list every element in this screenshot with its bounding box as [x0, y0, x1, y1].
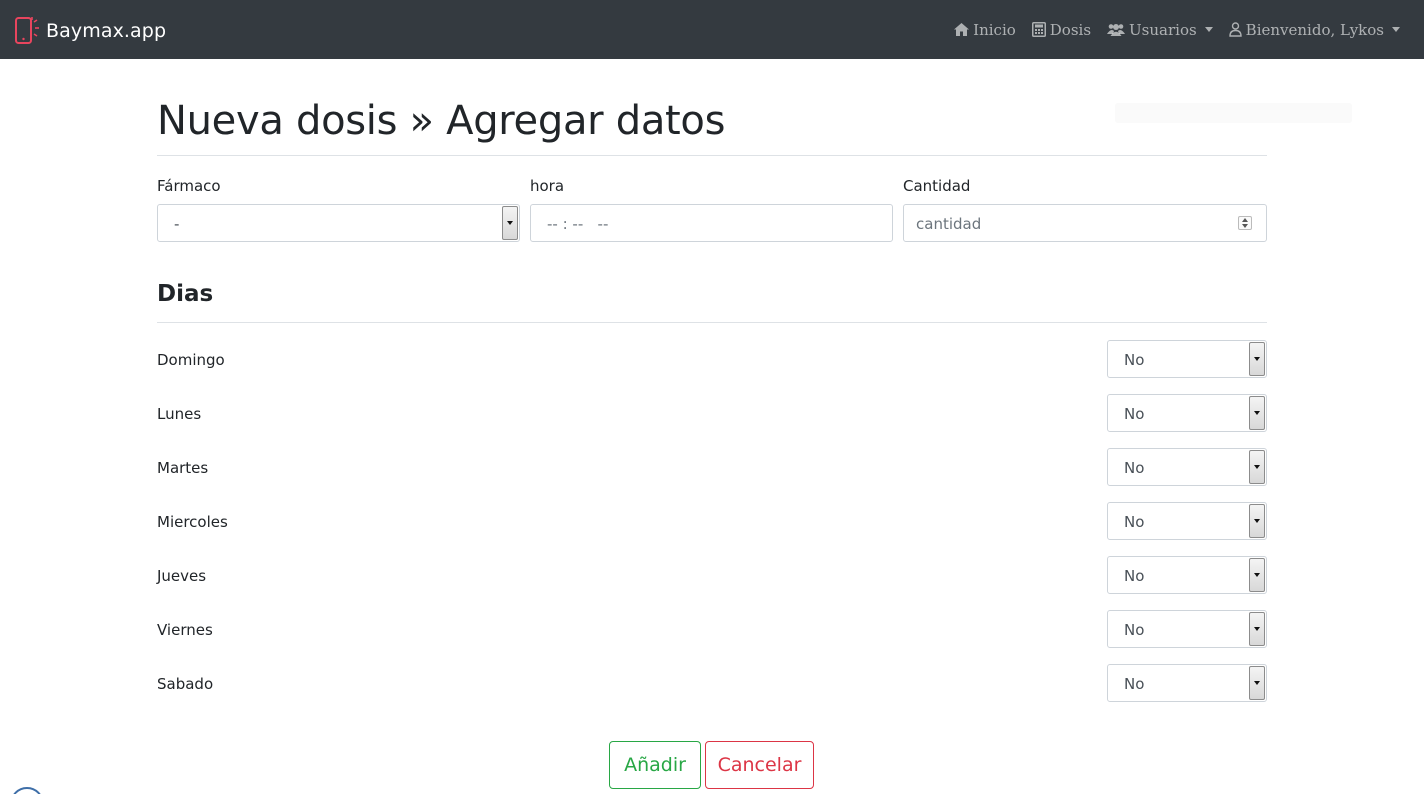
dropdown-arrow-icon — [502, 206, 518, 240]
phone-logo-icon — [15, 17, 39, 44]
farmaco-label: Fármaco — [157, 177, 221, 195]
title-divider — [157, 155, 1267, 156]
cantidad-number-input[interactable]: cantidad — [903, 204, 1267, 242]
dropdown-arrow-icon — [1249, 612, 1265, 646]
day-select-value: No — [1124, 621, 1145, 639]
day-select-martes[interactable]: No — [1107, 448, 1267, 486]
hora-label: hora — [530, 177, 565, 195]
day-label-jueves: Jueves — [157, 567, 207, 585]
brand-name: Baymax.app — [46, 20, 167, 42]
dropdown-arrow-icon — [1249, 342, 1265, 376]
day-select-sabado[interactable]: No — [1107, 664, 1267, 702]
farmaco-value: - — [174, 215, 180, 233]
nav-inicio[interactable]: Inicio — [954, 21, 1016, 39]
nav-usuarios-label: Usuarios — [1129, 20, 1197, 39]
day-label-viernes: Viernes — [157, 621, 213, 639]
number-spinner-icon[interactable] — [1238, 216, 1252, 230]
chevron-down-icon — [1392, 27, 1400, 32]
day-select-value: No — [1124, 567, 1145, 585]
nav-user-label: Bienvenido, Lykos — [1245, 20, 1384, 39]
dias-divider — [157, 322, 1267, 323]
home-icon — [954, 23, 970, 36]
day-select-jueves[interactable]: No — [1107, 556, 1267, 594]
page-title: Nueva dosis » Agregar datos — [157, 98, 726, 144]
day-select-value: No — [1124, 351, 1145, 369]
day-select-miercoles[interactable]: No — [1107, 502, 1267, 540]
day-select-value: No — [1124, 459, 1145, 477]
add-button[interactable]: Añadir — [609, 741, 701, 789]
dropdown-arrow-icon — [1249, 558, 1265, 592]
dropdown-arrow-icon — [1249, 666, 1265, 700]
day-select-domingo[interactable]: No — [1107, 340, 1267, 378]
day-select-value: No — [1124, 513, 1145, 531]
dias-heading: Dias — [157, 281, 214, 307]
brand-link[interactable]: Baymax.app — [14, 16, 166, 46]
chevron-down-icon — [1204, 27, 1213, 32]
hora-value: -- : -- -- — [547, 215, 609, 233]
day-select-value: No — [1124, 405, 1145, 423]
day-label-domingo: Domingo — [157, 351, 225, 369]
nav-inicio-label: Inicio — [973, 20, 1016, 39]
dropdown-arrow-icon — [1249, 450, 1265, 484]
dropdown-arrow-icon — [1249, 504, 1265, 538]
calculator-icon — [1031, 22, 1046, 37]
day-label-martes: Martes — [157, 459, 209, 477]
dropdown-arrow-icon — [1249, 396, 1265, 430]
cantidad-label: Cantidad — [903, 177, 971, 195]
cancel-button[interactable]: Cancelar — [705, 741, 814, 789]
navbar: Baymax.app Inicio Dosis Usuarios Bienven… — [0, 0, 1424, 59]
nav-user-dropdown[interactable]: Bienvenido, Lykos — [1228, 20, 1400, 39]
day-label-sabado: Sabado — [157, 675, 214, 693]
day-label-lunes: Lunes — [157, 405, 202, 423]
users-icon — [1107, 24, 1126, 36]
faint-overlay — [1115, 103, 1352, 123]
nav-usuarios-dropdown[interactable]: Usuarios — [1107, 21, 1213, 39]
nav-dosis[interactable]: Dosis — [1031, 20, 1092, 39]
day-select-viernes[interactable]: No — [1107, 610, 1267, 648]
day-select-value: No — [1124, 675, 1145, 693]
cantidad-placeholder: cantidad — [916, 215, 982, 233]
user-icon — [1228, 22, 1242, 37]
nav-dosis-label: Dosis — [1049, 20, 1092, 39]
main-nav: Inicio Dosis Usuarios Bienvenido, Lykos — [938, 0, 1400, 59]
corner-widget-icon[interactable] — [10, 787, 44, 794]
day-select-lunes[interactable]: No — [1107, 394, 1267, 432]
farmaco-select[interactable]: - — [157, 204, 520, 242]
day-label-miercoles: Miercoles — [157, 513, 228, 531]
hora-time-input[interactable]: -- : -- -- — [530, 204, 893, 242]
